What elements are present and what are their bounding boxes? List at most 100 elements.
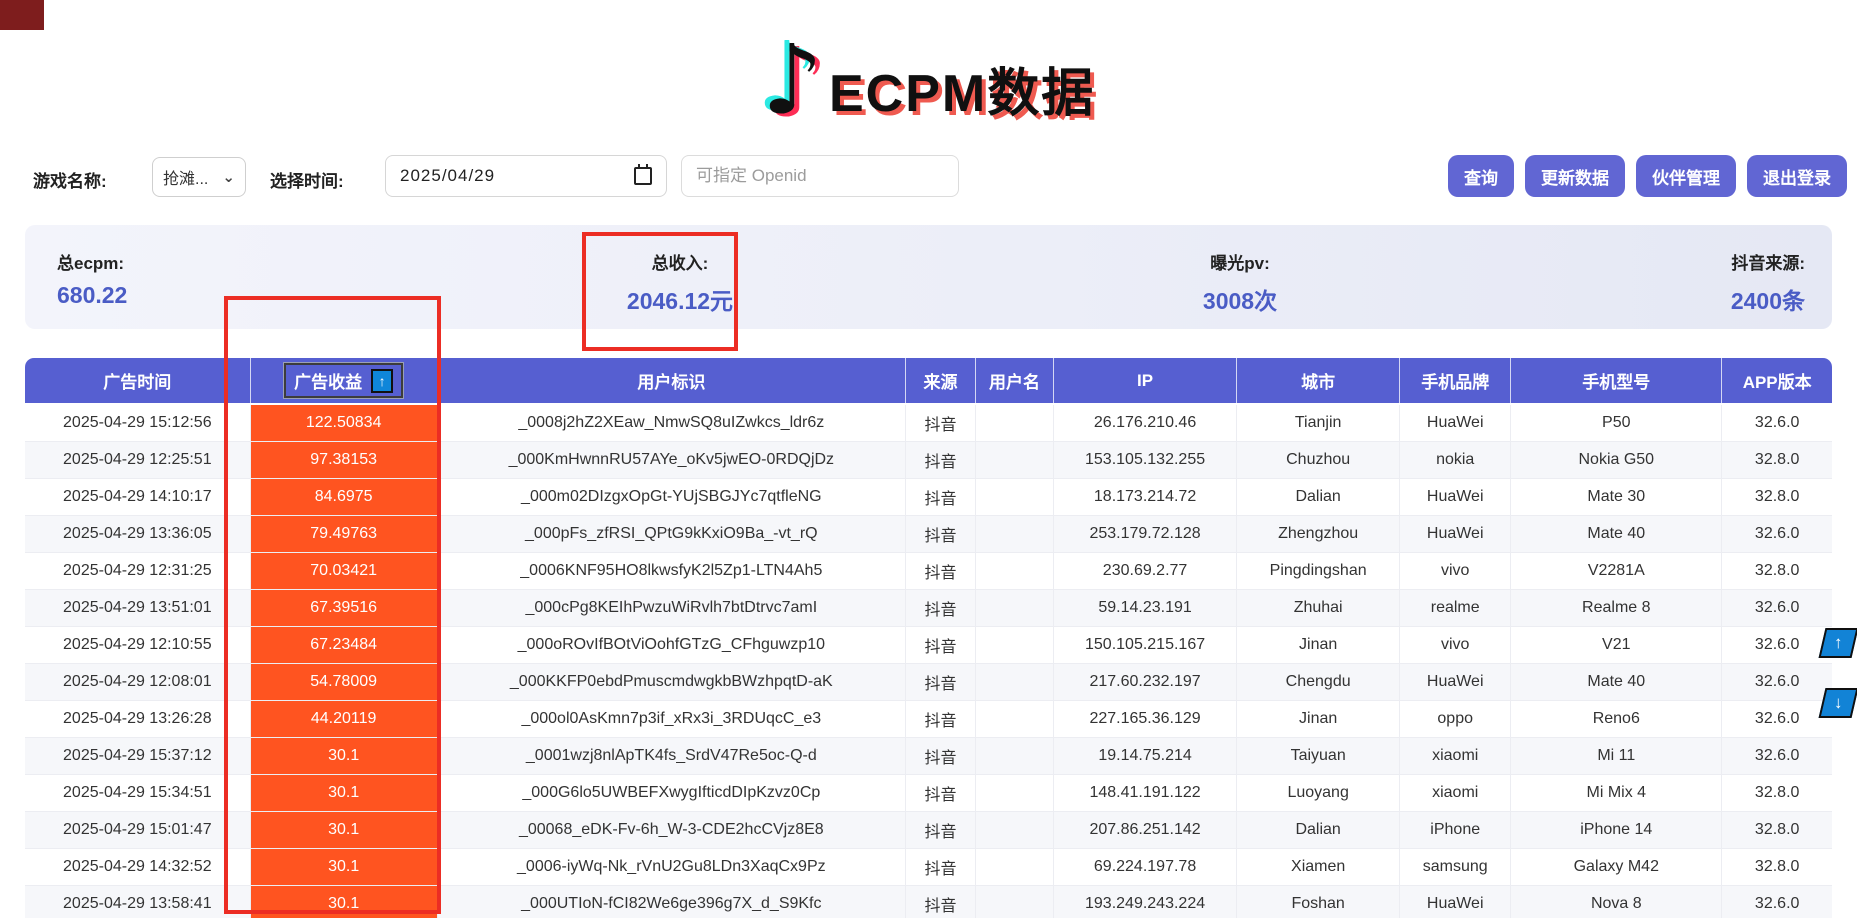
table-row: 2025-04-29 12:31:2570.03421_0006KNF95HO8…	[25, 552, 1832, 589]
cell-phone-model: Nokia G50	[1511, 441, 1722, 478]
cell-ad-revenue: 67.23484	[250, 626, 437, 663]
table-row: 2025-04-29 14:32:5230.1_0006-iyWq-Nk_rVn…	[25, 848, 1832, 885]
cell-phone-brand: vivo	[1400, 626, 1511, 663]
cell-source: 抖音	[905, 515, 975, 552]
cell-phone-model: V21	[1511, 626, 1722, 663]
openid-input[interactable]	[681, 155, 959, 197]
cell-phone-brand: samsung	[1400, 848, 1511, 885]
table-row: 2025-04-29 15:12:56122.50834_0008j2hZ2XE…	[25, 404, 1832, 441]
cell-ip: 227.165.36.129	[1054, 700, 1237, 737]
stat-douyin-source: 抖音来源:2400条	[1731, 249, 1805, 316]
cell-user-openid: _0001wzj8nlApTK4fs_SrdV47Re5oc-Q-d	[437, 737, 905, 774]
cell-ip: 148.41.191.122	[1054, 774, 1237, 811]
cell-phone-brand: nokia	[1400, 441, 1511, 478]
stat-total-revenue: 总收入:2046.12元	[580, 249, 780, 316]
cell-ad-time: 2025-04-29 12:08:01	[25, 663, 250, 700]
jump-down-badge-icon: ↓	[1834, 693, 1843, 713]
cell-ad-revenue: 70.03421	[250, 552, 437, 589]
cell-city: Pingdingshan	[1237, 552, 1400, 589]
ecpm-dashboard: ♪ ECPM数据 游戏名称: 抢滩... ⌄ 选择时间: 2025/04/29 …	[0, 0, 1857, 918]
col-header-username[interactable]: 用户名	[975, 358, 1053, 404]
update-data-button[interactable]: 更新数据	[1525, 155, 1625, 197]
logout-button[interactable]: 退出登录	[1747, 155, 1847, 197]
ecpm-table: 广告时间广告收益↑用户标识来源用户名IP城市手机品牌手机型号APP版本 2025…	[25, 358, 1832, 918]
cell-user-openid: _000oROvIfBOtViOohfGTzG_CFhguwzp10	[437, 626, 905, 663]
cell-source: 抖音	[905, 774, 975, 811]
stat-total-revenue-value: 2046.12元	[580, 282, 780, 316]
col-header-city[interactable]: 城市	[1237, 358, 1400, 404]
cell-source: 抖音	[905, 700, 975, 737]
cell-app-version: 32.8.0	[1722, 552, 1832, 589]
cell-ad-revenue: 122.50834	[250, 404, 437, 441]
cell-user-openid: _000pFs_zfRSI_QPtG9kKxiO9Ba_-vt_rQ	[437, 515, 905, 552]
col-header-ad-revenue[interactable]: 广告收益↑	[250, 358, 437, 404]
cell-ad-revenue: 84.6975	[250, 478, 437, 515]
cell-phone-model: Nova 8	[1511, 885, 1722, 918]
cell-city: Dalian	[1237, 478, 1400, 515]
jump-up-badge[interactable]: ↑	[1819, 628, 1857, 658]
col-header-source[interactable]: 来源	[905, 358, 975, 404]
col-header-user-openid[interactable]: 用户标识	[437, 358, 905, 404]
cell-phone-brand: realme	[1400, 589, 1511, 626]
game-select[interactable]: 抢滩... ⌄	[152, 157, 246, 197]
page-title: ECPM数据	[829, 64, 1095, 130]
sort-up-button[interactable]: ↑	[371, 369, 393, 393]
col-header-ad-time[interactable]: 广告时间	[25, 358, 250, 404]
cell-phone-brand: HuaWei	[1400, 515, 1511, 552]
table-row: 2025-04-29 12:25:5197.38153_000KmHwnnRU5…	[25, 441, 1832, 478]
cell-phone-model: Reno6	[1511, 700, 1722, 737]
jump-up-badge-icon: ↑	[1834, 633, 1843, 653]
cell-ad-revenue: 79.49763	[250, 515, 437, 552]
cell-ad-time: 2025-04-29 12:31:25	[25, 552, 250, 589]
cell-ip: 153.105.132.255	[1054, 441, 1237, 478]
cell-ad-revenue: 30.1	[250, 885, 437, 918]
cell-source: 抖音	[905, 478, 975, 515]
cell-ad-time: 2025-04-29 13:58:41	[25, 885, 250, 918]
cell-user-openid: _000UTIoN-fCI82We6ge396g7X_d_S9Kfc	[437, 885, 905, 918]
cell-city: Jinan	[1237, 626, 1400, 663]
cell-phone-brand: HuaWei	[1400, 404, 1511, 441]
cell-user-openid: _000KmHwnnRU57AYe_oKv5jwEO-0RDQjDz	[437, 441, 905, 478]
stat-total-ecpm-label: 总ecpm:	[57, 249, 127, 274]
cell-app-version: 32.6.0	[1722, 515, 1832, 552]
stat-total-ecpm: 总ecpm:680.22	[57, 249, 127, 309]
table-row: 2025-04-29 13:58:4130.1_000UTIoN-fCI82We…	[25, 885, 1832, 918]
col-header-ip[interactable]: IP	[1054, 358, 1237, 404]
cell-ad-revenue: 67.39516	[250, 589, 437, 626]
cell-source: 抖音	[905, 663, 975, 700]
calendar-icon[interactable]	[634, 167, 652, 185]
cell-ad-time: 2025-04-29 14:32:52	[25, 848, 250, 885]
query-button[interactable]: 查询	[1448, 155, 1514, 197]
cell-source: 抖音	[905, 885, 975, 918]
cell-ip: 59.14.23.191	[1054, 589, 1237, 626]
date-input[interactable]: 2025/04/29	[385, 155, 667, 197]
cell-city: Chengdu	[1237, 663, 1400, 700]
cell-phone-model: Realme 8	[1511, 589, 1722, 626]
data-table-wrap: 广告时间广告收益↑用户标识来源用户名IP城市手机品牌手机型号APP版本 2025…	[25, 358, 1832, 918]
cell-username	[975, 552, 1053, 589]
jump-down-badge[interactable]: ↓	[1819, 688, 1857, 718]
chevron-down-icon: ⌄	[222, 168, 235, 186]
col-header-app-version[interactable]: APP版本	[1722, 358, 1832, 404]
cell-ip: 207.86.251.142	[1054, 811, 1237, 848]
cell-city: Tianjin	[1237, 404, 1400, 441]
cell-ad-time: 2025-04-29 15:34:51	[25, 774, 250, 811]
col-header-phone-brand[interactable]: 手机品牌	[1400, 358, 1511, 404]
cell-user-openid: _000G6lo5UWBEFXwygIfticdDIpKzvz0Cp	[437, 774, 905, 811]
table-row: 2025-04-29 14:10:1784.6975_000m02DIzgxOp…	[25, 478, 1832, 515]
table-row: 2025-04-29 15:34:5130.1_000G6lo5UWBEFXwy…	[25, 774, 1832, 811]
stats-bar: 总ecpm:680.22总收入:2046.12元曝光pv:3008次抖音来源:2…	[25, 225, 1832, 329]
cell-user-openid: _0008j2hZ2XEaw_NmwSQ8uIZwkcs_ldr6z	[437, 404, 905, 441]
partner-manage-button[interactable]: 伙伴管理	[1636, 155, 1736, 197]
cell-app-version: 32.6.0	[1722, 589, 1832, 626]
cell-phone-model: Mi 11	[1511, 737, 1722, 774]
col-header-phone-model[interactable]: 手机型号	[1511, 358, 1722, 404]
cell-ad-time: 2025-04-29 15:01:47	[25, 811, 250, 848]
cell-user-openid: _000m02DIzgxOpGt-YUjSBGJYc7qtfleNG	[437, 478, 905, 515]
cell-ad-revenue: 97.38153	[250, 441, 437, 478]
cell-phone-brand: xiaomi	[1400, 737, 1511, 774]
cell-app-version: 32.6.0	[1722, 663, 1832, 700]
cell-source: 抖音	[905, 811, 975, 848]
cell-city: Chuzhou	[1237, 441, 1400, 478]
table-header-row: 广告时间广告收益↑用户标识来源用户名IP城市手机品牌手机型号APP版本	[25, 358, 1832, 404]
